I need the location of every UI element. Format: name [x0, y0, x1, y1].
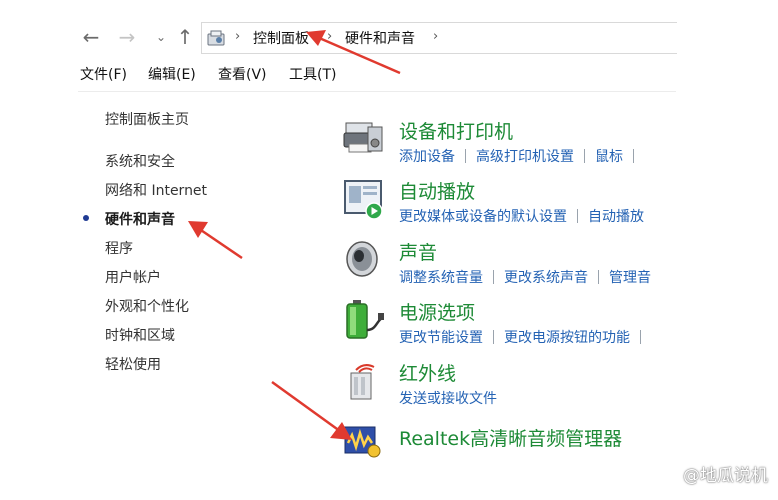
- category-autoplay: 自动播放 更改媒体或设备的默认设置 自动播放: [342, 177, 682, 233]
- category-title-power-options[interactable]: 电源选项: [399, 298, 475, 325]
- address-bar[interactable]: › 控制面板 › 硬件和声音 ›: [201, 22, 677, 54]
- category-title-realtek[interactable]: Realtek高清晰音频管理器: [399, 424, 622, 451]
- link-change-default-media-settings[interactable]: 更改媒体或设备的默认设置: [399, 209, 567, 225]
- annotation-arrow-icon: [271, 380, 352, 440]
- category-devices-printers: 设备和打印机 添加设备 高级打印机设置 鼠标: [342, 117, 682, 173]
- menu-edit[interactable]: 编辑(E): [148, 64, 196, 84]
- sidebar-item-network-internet[interactable]: 网络和 Internet: [105, 180, 207, 200]
- category-links-devices-printers: 添加设备 高级打印机设置 鼠标: [399, 146, 699, 166]
- link-change-system-sounds[interactable]: 更改系统声音: [504, 270, 588, 286]
- watermark: @地瓜说机: [683, 466, 768, 486]
- menu-divider: [78, 91, 676, 92]
- link-separator: [598, 270, 599, 284]
- breadcrumb-separator[interactable]: ›: [433, 29, 438, 44]
- annotation-arrow-icon: [306, 30, 401, 75]
- category-infrared: 红外线 发送或接收文件: [342, 359, 682, 415]
- sidebar-item-clock-region[interactable]: 时钟和区域: [105, 325, 175, 345]
- speaker-icon: [346, 241, 378, 277]
- link-separator: [577, 209, 578, 223]
- link-separator: [584, 149, 585, 163]
- category-title-autoplay[interactable]: 自动播放: [399, 177, 475, 204]
- category-realtek: Realtek高清晰音频管理器: [342, 421, 682, 477]
- sidebar-item-hardware-sound[interactable]: 硬件和声音: [105, 209, 175, 229]
- link-change-power-saving[interactable]: 更改节能设置: [399, 330, 483, 346]
- category-power-options: 电源选项 更改节能设置 更改电源按钮的功能: [342, 298, 682, 354]
- link-adjust-volume[interactable]: 调整系统音量: [399, 270, 483, 286]
- category-title-devices-printers[interactable]: 设备和打印机: [399, 117, 513, 144]
- annotation-arrow-icon: [188, 221, 243, 260]
- category-title-infrared[interactable]: 红外线: [399, 359, 456, 386]
- link-advanced-printer-setup[interactable]: 高级打印机设置: [476, 149, 574, 165]
- link-autoplay[interactable]: 自动播放: [588, 209, 644, 225]
- link-send-receive-files[interactable]: 发送或接收文件: [399, 391, 497, 407]
- back-arrow-icon[interactable]: ←: [80, 25, 102, 49]
- category-title-sound[interactable]: 声音: [399, 238, 437, 265]
- category-links-autoplay: 更改媒体或设备的默认设置 自动播放: [399, 206, 699, 226]
- active-bullet-icon: [83, 215, 89, 221]
- link-manage-audio-devices[interactable]: 管理音: [609, 270, 651, 286]
- menu-view[interactable]: 查看(V): [218, 64, 267, 84]
- link-separator: [465, 149, 466, 163]
- sidebar-item-ease-of-access[interactable]: 轻松使用: [105, 354, 161, 374]
- breadcrumb-separator[interactable]: ›: [235, 29, 240, 44]
- category-links-infrared: 发送或接收文件: [399, 388, 699, 408]
- link-separator: [493, 330, 494, 344]
- sidebar-item-control-panel-home[interactable]: 控制面板主页: [105, 109, 189, 129]
- link-separator: [633, 149, 634, 163]
- category-links-power-options: 更改节能设置 更改电源按钮的功能: [399, 327, 699, 347]
- battery-icon: [346, 300, 384, 339]
- link-separator: [493, 270, 494, 284]
- printer-icon: [343, 122, 383, 153]
- sidebar-item-appearance[interactable]: 外观和个性化: [105, 296, 189, 316]
- menu-file[interactable]: 文件(F): [80, 64, 127, 84]
- sidebar-item-programs[interactable]: 程序: [105, 238, 133, 258]
- link-add-device[interactable]: 添加设备: [399, 149, 455, 165]
- sidebar-item-user-accounts[interactable]: 用户帐户: [105, 267, 161, 287]
- autoplay-icon: [344, 180, 383, 220]
- recent-locations-dropdown-icon[interactable]: ⌄: [150, 25, 172, 49]
- up-arrow-icon[interactable]: ↑: [174, 25, 196, 49]
- category-links-sound: 调整系统音量 更改系统声音 管理音: [399, 267, 699, 287]
- link-mouse[interactable]: 鼠标: [595, 149, 623, 165]
- category-sound: 声音 调整系统音量 更改系统声音 管理音: [342, 238, 682, 294]
- sidebar-item-system-security[interactable]: 系统和安全: [105, 151, 175, 171]
- link-change-power-buttons[interactable]: 更改电源按钮的功能: [504, 330, 630, 346]
- forward-arrow-icon[interactable]: →: [116, 25, 138, 49]
- control-panel-icon: [207, 30, 225, 46]
- link-separator: [640, 330, 641, 344]
